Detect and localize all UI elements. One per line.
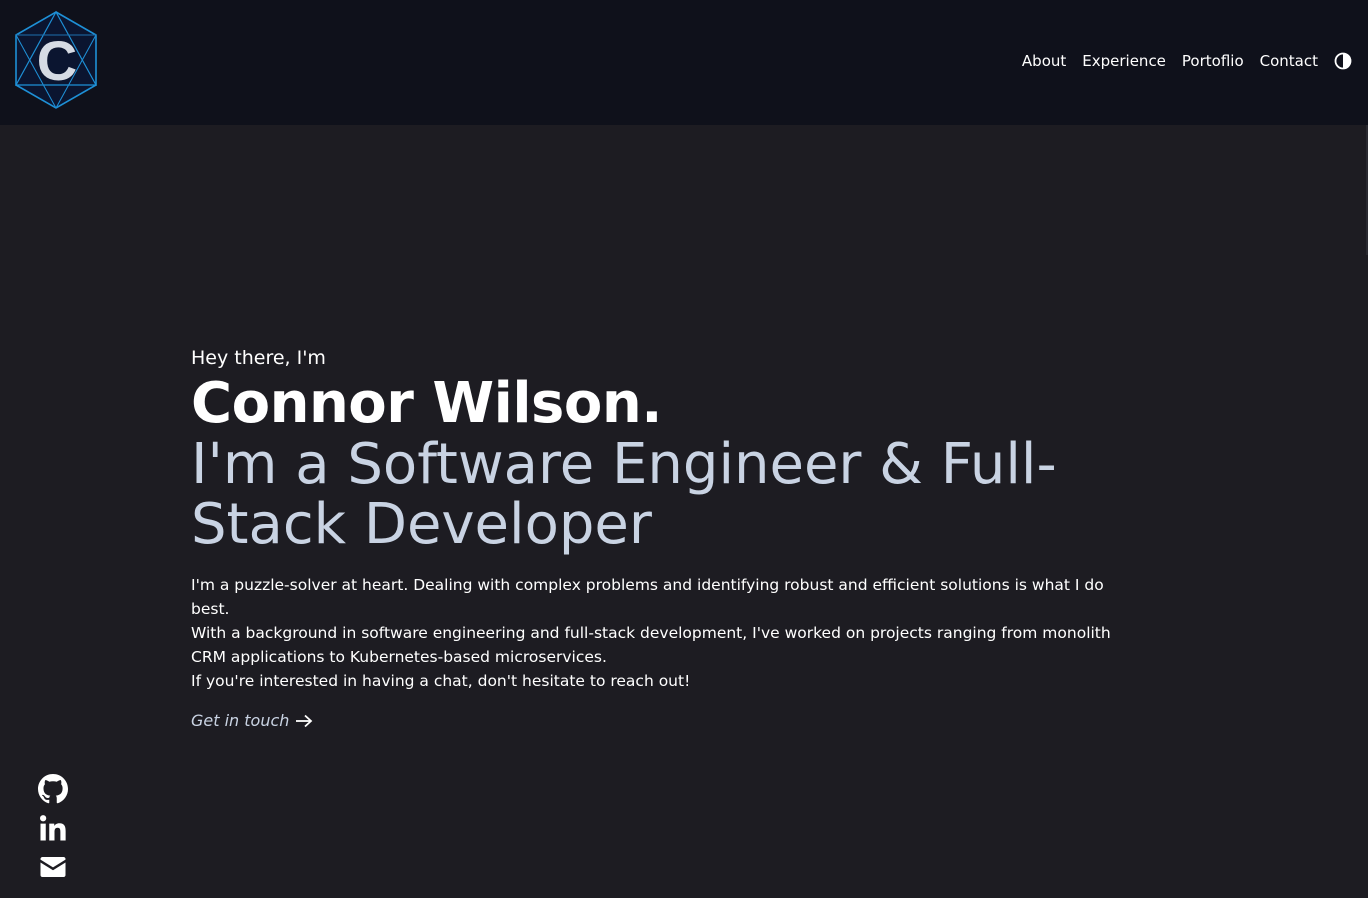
nav-experience[interactable]: Experience — [1082, 50, 1166, 72]
social-links — [38, 774, 68, 891]
arrow-right-icon — [296, 714, 313, 728]
nav-portfolio[interactable]: Portoflio — [1182, 50, 1244, 72]
mail-icon[interactable] — [38, 852, 68, 882]
hero-section: Hey there, I'm Connor Wilson. I'm a Soft… — [191, 345, 1151, 733]
bio-paragraph: If you're interested in having a chat, d… — [191, 672, 691, 690]
main-nav: About Experience Portoflio Contact — [1006, 50, 1352, 72]
hero-bio: I'm a puzzle-solver at heart. Dealing wi… — [191, 573, 1141, 693]
bio-paragraph: With a background in software engineerin… — [191, 624, 1111, 666]
logo-letter: C — [37, 29, 77, 92]
bio-paragraph: I'm a puzzle-solver at heart. Dealing wi… — [191, 576, 1104, 618]
hero-greeting: Hey there, I'm — [191, 347, 326, 369]
github-icon[interactable] — [38, 774, 68, 804]
get-in-touch-label: Get in touch — [191, 711, 290, 730]
site-header: C About Experience Portoflio Contact — [0, 0, 1368, 125]
theme-toggle-icon[interactable] — [1334, 52, 1352, 70]
linkedin-icon[interactable] — [38, 813, 68, 843]
hero-name: Connor Wilson. — [191, 371, 663, 436]
get-in-touch-link[interactable]: Get in touch — [191, 709, 313, 733]
nav-about[interactable]: About — [1022, 50, 1066, 72]
hero-role: I'm a Software Engineer & Full-Stack Dev… — [191, 432, 1057, 557]
nav-contact[interactable]: Contact — [1260, 50, 1318, 72]
logo-icon[interactable]: C — [12, 10, 100, 110]
